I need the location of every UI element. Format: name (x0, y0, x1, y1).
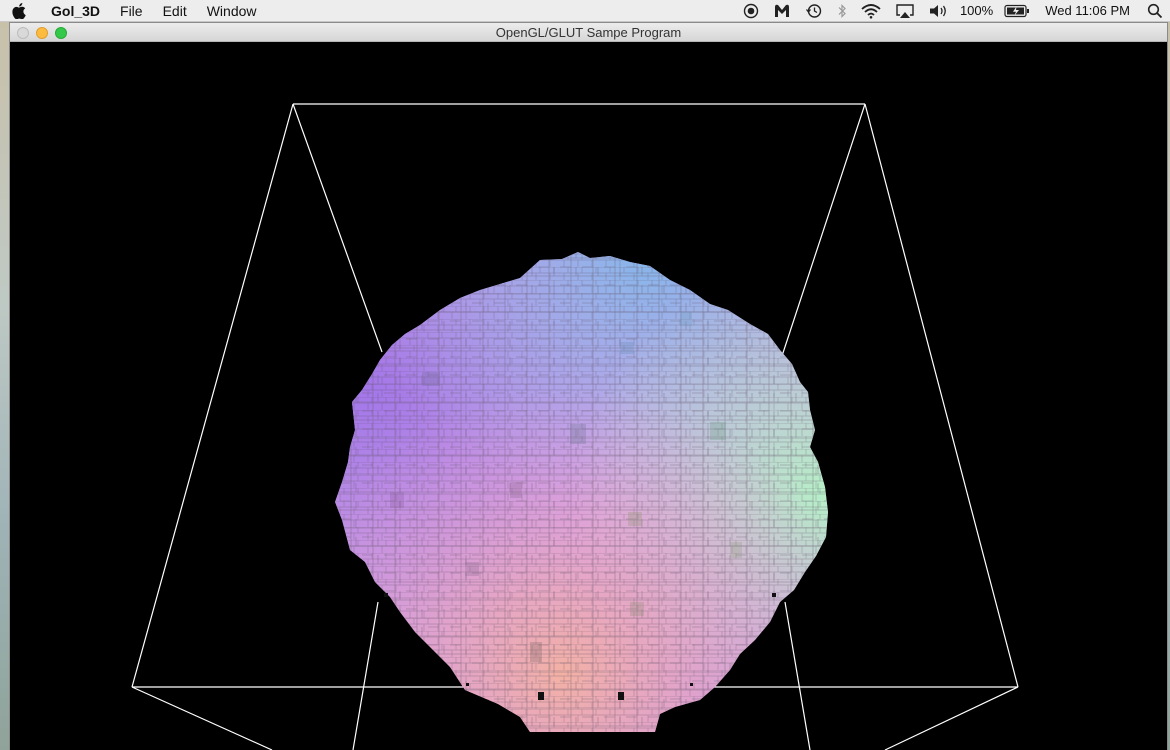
file-menu[interactable]: File (110, 0, 153, 22)
wifi-icon[interactable] (861, 0, 881, 22)
battery-icon[interactable] (1004, 0, 1030, 22)
app-menu[interactable]: Gol_3D (38, 0, 110, 22)
menu-bar-left: Gol_3D File Edit Window (0, 0, 267, 21)
scene-svg (131, 103, 1019, 750)
opengl-viewport[interactable] (10, 42, 1167, 750)
time-machine-icon[interactable] (805, 0, 823, 22)
edit-menu[interactable]: Edit (153, 0, 197, 22)
malwarebytes-icon[interactable] (773, 0, 791, 22)
battery-percent: 100% (959, 3, 994, 18)
menu-bar-clock[interactable]: Wed 11:06 PM (1045, 0, 1130, 22)
airplay-icon[interactable] (895, 0, 915, 22)
window-title: OpenGL/GLUT Sampe Program (495, 25, 682, 40)
voxel-sphere (335, 252, 828, 732)
glut-window: OpenGL/GLUT Sampe Program (10, 23, 1167, 750)
bluetooth-icon[interactable] (837, 0, 847, 22)
volume-icon[interactable] (929, 0, 949, 22)
window-titlebar[interactable]: OpenGL/GLUT Sampe Program (10, 23, 1167, 42)
menu-bar: Gol_3D File Edit Window 100% Wed 11:06 P… (0, 0, 1170, 22)
record-icon[interactable] (743, 0, 759, 22)
menu-bar-status: 100% Wed 11:06 PM (736, 0, 1170, 22)
spotlight-icon[interactable] (1147, 0, 1163, 22)
window-menu[interactable]: Window (197, 0, 267, 22)
apple-icon[interactable] (0, 0, 38, 22)
